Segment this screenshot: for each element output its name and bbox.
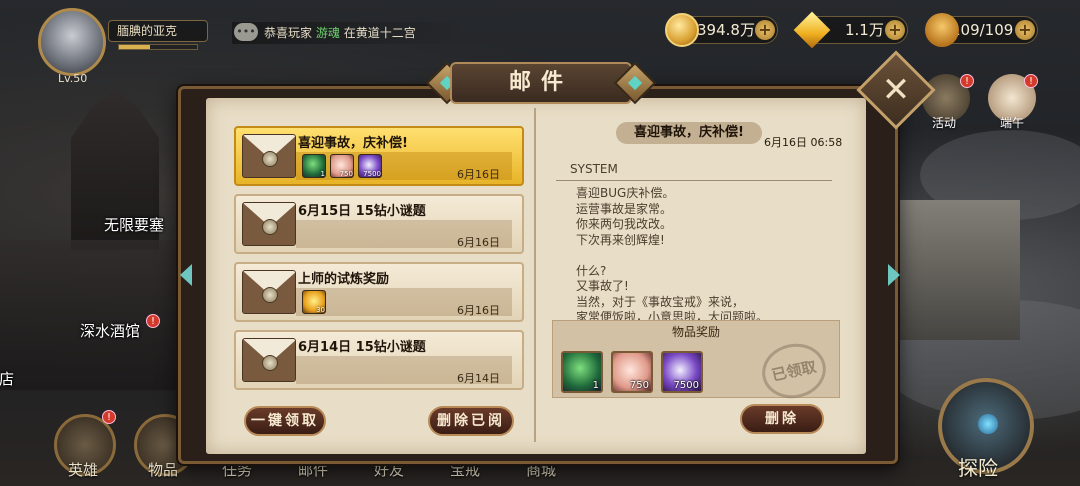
news-suffix: 在黄道十二宫 <box>343 26 416 40</box>
stamina-icon <box>925 13 959 47</box>
map-label-tavern[interactable]: 深水酒馆 <box>80 320 140 341</box>
panel-divider <box>534 108 536 442</box>
reward-count: 7500 <box>673 380 699 391</box>
mail-body-line: 又事故了! <box>576 279 629 293</box>
tavern-alert-badge: ! <box>146 314 160 328</box>
heroes-alert-badge: ! <box>102 410 116 424</box>
explore-gem-icon <box>978 414 998 434</box>
pink-crystal-item-icon: 750 <box>330 154 354 178</box>
map-label-shop[interactable]: 商店 <box>0 368 14 389</box>
player-exp-bar <box>118 44 198 50</box>
reward-count: 1 <box>592 380 599 391</box>
sender-divider <box>556 180 832 181</box>
mail-item-date: 6月16日 <box>457 236 500 249</box>
event-alert-badge: ! <box>960 74 974 88</box>
nav-heroes[interactable]: 英雄 <box>68 459 98 480</box>
mail-item[interactable]: 喜迎事故，庆补偿! 1 750 7500 6月16日 <box>234 126 524 186</box>
reward-count: 750 <box>629 380 649 391</box>
claim-all-button[interactable]: 一键领取 <box>244 406 326 436</box>
item-count: 7500 <box>363 170 381 178</box>
mail-item-title: 6月14日 15钻小谜题 <box>298 340 426 355</box>
mail-item-date: 6月16日 <box>457 304 500 317</box>
mail-body-line: 运营事故是家常。 <box>576 201 673 216</box>
map-label-fortress[interactable]: 无限要塞 <box>104 214 164 235</box>
mail-item-date: 6月16日 <box>457 168 500 181</box>
mail-title: 邮件 <box>450 62 632 104</box>
mail-title-plate: 邮件 <box>425 54 657 110</box>
diamond-icon <box>793 11 831 49</box>
stamina-counter: 109/109 + <box>925 13 1038 47</box>
player-name: 腼腆的亚克 <box>108 20 208 42</box>
green-orb-reward-icon[interactable]: 1 <box>561 351 603 393</box>
player-level: Lv.50 <box>58 72 88 85</box>
add-diamond-button[interactable]: + <box>885 20 905 40</box>
envelope-icon <box>242 134 296 178</box>
gold-coin-icon <box>665 13 699 47</box>
item-count: 30 <box>316 306 325 314</box>
envelope-icon <box>242 338 296 382</box>
mail-item[interactable]: 6月14日 15钻小谜题 6月14日 <box>234 330 524 390</box>
mail-detail-title: 喜迎事故，庆补偿! <box>616 122 762 144</box>
mail-item-title: 上师的试炼奖励 <box>298 272 390 287</box>
mail-item-title: 6月15日 15钻小谜题 <box>298 204 426 219</box>
player-avatar[interactable] <box>38 8 106 76</box>
gold-amount: 394.8万 <box>697 21 755 39</box>
gold-counter: 394.8万 + <box>665 13 778 47</box>
mail-sender: SYSTEM <box>570 162 618 176</box>
diamond-amount: 1.1万 <box>845 21 884 39</box>
pink-crystal-reward-icon[interactable]: 750 <box>611 351 653 393</box>
festival-label: 端午 <box>1000 116 1025 130</box>
news-ticker: ••• 恭喜玩家 游魂 在黄道十二宫 <box>232 22 462 44</box>
stamina-amount: 109/109 <box>951 21 1014 39</box>
green-orb-item-icon: 1 <box>302 154 326 178</box>
add-stamina-button[interactable]: + <box>1015 20 1035 40</box>
news-player: 游魂 <box>315 26 340 40</box>
mail-item-title: 喜迎事故，庆补偿! <box>298 136 408 151</box>
item-count: 750 <box>339 170 353 178</box>
news-prefix: 恭喜玩家 <box>264 26 313 40</box>
add-gold-button[interactable]: + <box>755 20 775 40</box>
mail-body[interactable]: 喜迎BUG庆补偿。 运营事故是家常。 你来两句我改改。 下次再来创辉煌! 什么?… <box>576 186 832 320</box>
delete-read-button[interactable]: 删除已阅 <box>428 406 514 436</box>
delete-button[interactable]: 删除 <box>740 404 824 434</box>
mail-body-line: 什么? <box>576 263 607 278</box>
purple-crystal-reward-icon[interactable]: 7500 <box>661 351 703 393</box>
explore-label: 探险 <box>958 456 998 480</box>
item-count: 1 <box>320 170 325 178</box>
envelope-icon <box>242 270 296 314</box>
event-label: 活动 <box>932 116 957 130</box>
reward-header: 物品奖励 <box>671 325 720 339</box>
nav-items[interactable]: 物品 <box>148 459 178 480</box>
mail-item[interactable]: 上师的试炼奖励 30 6月16日 <box>234 262 524 322</box>
mail-item-date: 6月14日 <box>457 372 500 385</box>
festival-alert-badge: ! <box>1024 74 1038 88</box>
close-icon: ✕ <box>881 70 911 110</box>
mail-body-line <box>576 248 832 264</box>
envelope-icon <box>242 202 296 246</box>
diamond-item-icon: 30 <box>302 290 326 314</box>
mail-item[interactable]: 6月15日 15钻小谜题 6月16日 <box>234 194 524 254</box>
mail-body-line: 下次再来创辉煌! <box>576 232 665 247</box>
diamond-counter: 1.1万 + <box>793 11 908 49</box>
chat-icon[interactable]: ••• <box>234 23 258 41</box>
mail-body-line: 你来两句我改改。 <box>576 217 673 231</box>
mail-body-line: 当然，对于《事故宝戒》来说， <box>576 294 745 309</box>
mail-body-line: 喜迎BUG庆补偿。 <box>576 186 675 200</box>
mail-detail-date: 6月16日 06:58 <box>764 136 843 149</box>
purple-crystal-item-icon: 7500 <box>358 154 382 178</box>
mail-body-line: 家常便饭啦，小意思啦，大问题啦。 <box>576 310 769 320</box>
